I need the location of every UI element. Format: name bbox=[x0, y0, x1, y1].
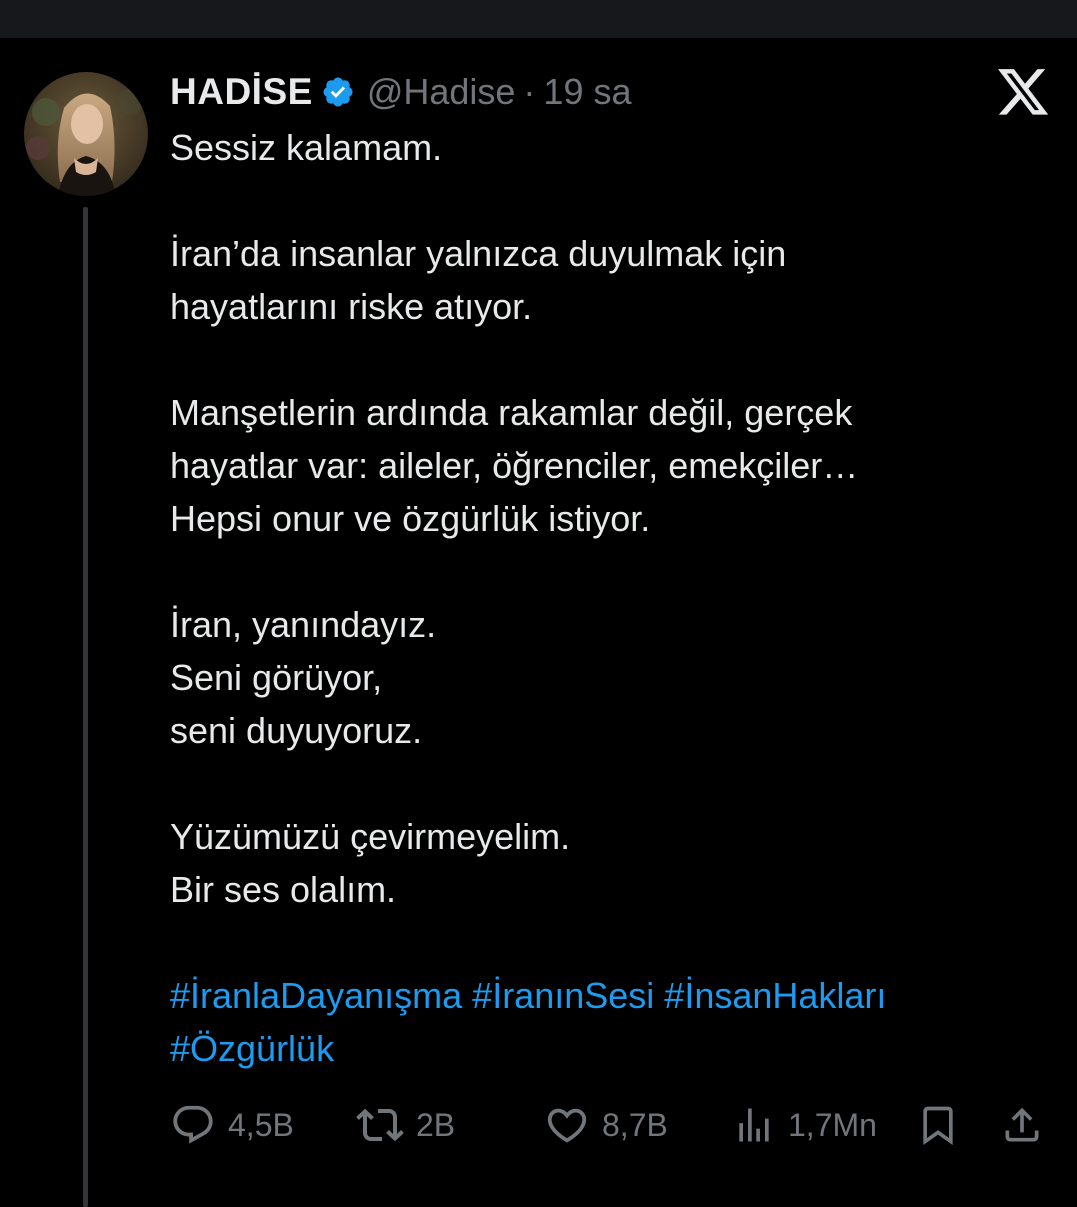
hashtag-line: #İranlaDayanışma #İranınSesi #İnsanHakla… bbox=[170, 969, 1050, 1022]
repost-button[interactable]: 2B bbox=[356, 1100, 455, 1150]
separator-dot: · bbox=[523, 71, 536, 112]
tweet-text: Sessiz kalamam. İran’da insanlar yalnızc… bbox=[170, 121, 1050, 1075]
hashtag-link[interactable]: #İranlaDayanışma bbox=[170, 975, 462, 1016]
bookmark-icon bbox=[916, 1102, 960, 1148]
reply-icon bbox=[170, 1102, 216, 1148]
hashtag-link[interactable]: #İranınSesi bbox=[472, 975, 654, 1016]
hashtag-line: #Özgürlük bbox=[170, 1022, 1050, 1075]
avatar[interactable] bbox=[24, 72, 148, 196]
repost-count: 2B bbox=[416, 1106, 456, 1143]
tweet-line: Bir ses olalım. bbox=[170, 869, 397, 910]
tweet-line: Seni görüyor, bbox=[170, 657, 383, 698]
top-bar bbox=[0, 0, 1077, 38]
heart-icon bbox=[544, 1102, 590, 1148]
views-count: 1,7Mn bbox=[788, 1106, 877, 1143]
thread-line bbox=[83, 207, 88, 1207]
tweet-line: Yüzümüzü çevirmeyelim. bbox=[170, 816, 571, 857]
x-logo-icon bbox=[998, 68, 1050, 118]
verified-badge-icon bbox=[321, 75, 355, 109]
user-handle[interactable]: @Hadise bbox=[367, 71, 516, 113]
reply-button[interactable]: 4,5B bbox=[170, 1100, 294, 1150]
action-bar: 4,5B 2B 8,7B 1,7Mn bbox=[170, 1100, 1050, 1150]
bookmark-button[interactable] bbox=[916, 1100, 960, 1150]
reply-count: 4,5B bbox=[228, 1106, 294, 1143]
tweet-line: Sessiz kalamam. bbox=[170, 127, 443, 168]
timestamp[interactable]: 19 sa bbox=[543, 71, 631, 113]
tweet-header: HADİSE @Hadise · 19 sa bbox=[170, 66, 632, 118]
tweet-line: İran, yanındayız. bbox=[170, 604, 437, 645]
share-button[interactable] bbox=[1000, 1100, 1044, 1150]
hashtag-link[interactable]: #İnsanHakları bbox=[664, 975, 886, 1016]
tweet-line: seni duyuyoruz. bbox=[170, 710, 423, 751]
tweet-line: İran’da insanlar yalnızca duyulmak için bbox=[170, 233, 787, 274]
views-chart-icon bbox=[732, 1103, 776, 1147]
like-count: 8,7B bbox=[602, 1106, 668, 1143]
views-button[interactable]: 1,7Mn bbox=[732, 1100, 877, 1150]
share-icon bbox=[1000, 1102, 1044, 1148]
tweet-line: Hepsi onur ve özgürlük istiyor. bbox=[170, 498, 651, 539]
tweet-line: hayatlarını riske atıyor. bbox=[170, 286, 533, 327]
repost-icon bbox=[356, 1101, 404, 1149]
display-name[interactable]: HADİSE bbox=[170, 71, 313, 113]
hashtag-link[interactable]: #Özgürlük bbox=[170, 1028, 334, 1069]
tweet-line: hayatlar var: aileler, öğrenciler, emekç… bbox=[170, 445, 859, 486]
like-button[interactable]: 8,7B bbox=[544, 1100, 668, 1150]
tweet-line: Manşetlerin ardında rakamlar değil, gerç… bbox=[170, 392, 853, 433]
